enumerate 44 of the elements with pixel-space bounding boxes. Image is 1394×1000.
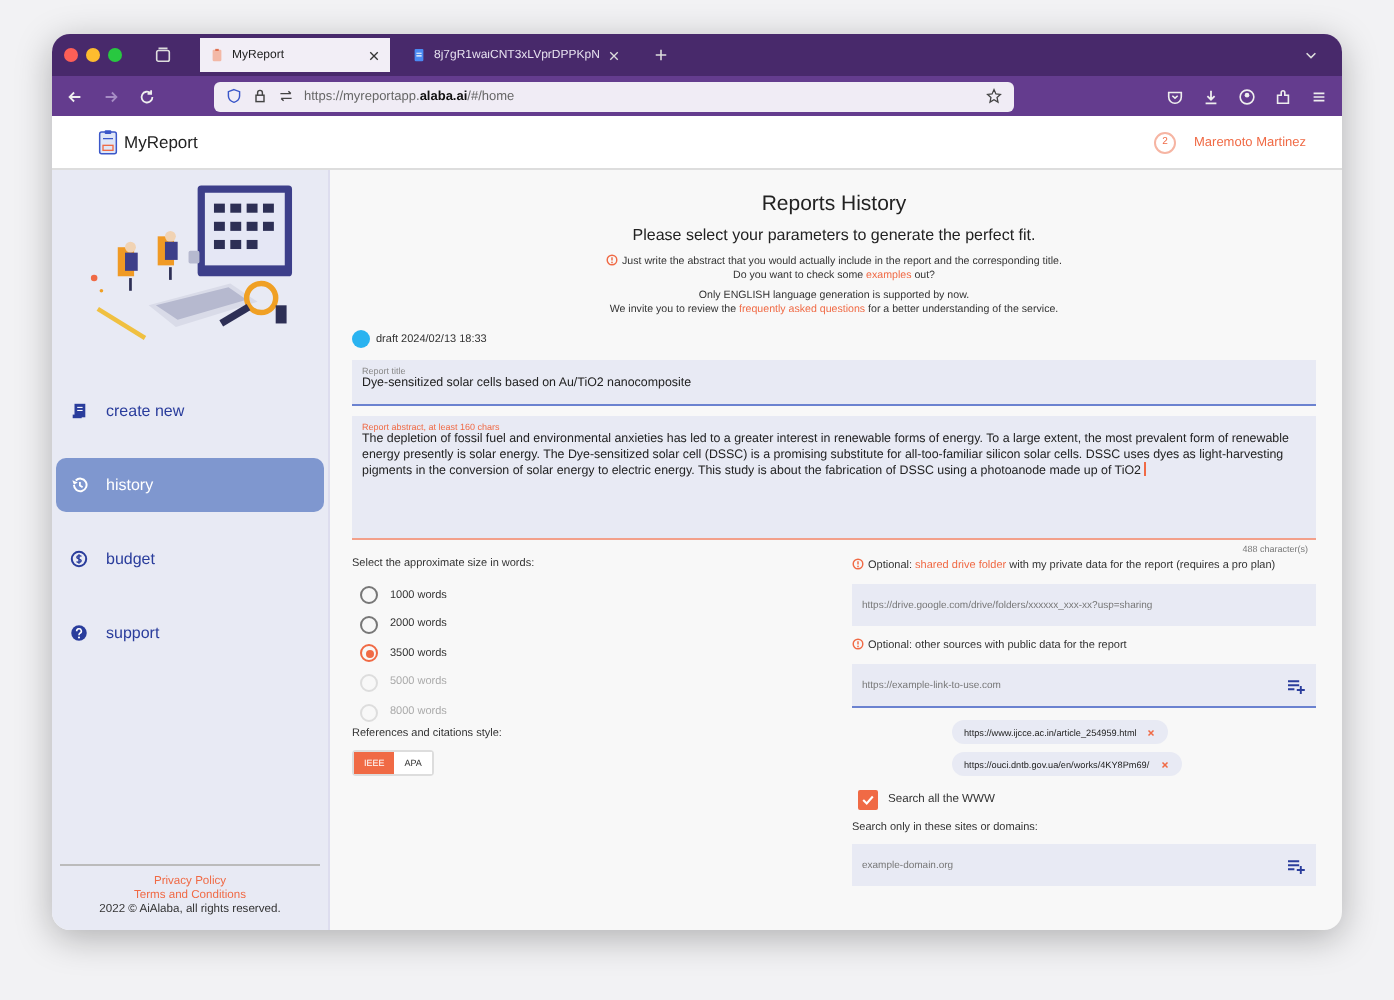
sidebar-item[interactable]: create new xyxy=(56,384,324,438)
account-icon[interactable] xyxy=(1238,87,1256,105)
maximize-window-icon[interactable] xyxy=(108,48,122,62)
extensions-icon[interactable] xyxy=(1274,87,1292,105)
lock-icon xyxy=(252,88,268,104)
radio-button[interactable] xyxy=(360,586,378,605)
page-subtitle: Please select your parameters to generate the perfect fit. xyxy=(630,226,1038,244)
remove-icon[interactable] xyxy=(1159,759,1170,770)
add-to-list-icon[interactable] xyxy=(1286,857,1306,874)
history-icon xyxy=(70,476,88,494)
document-icon xyxy=(70,402,88,420)
sidebar-item[interactable]: support xyxy=(56,606,324,660)
draft-status-icon xyxy=(352,330,370,349)
bookmark-star-icon[interactable] xyxy=(986,88,1002,104)
document-favicon-icon xyxy=(412,48,426,62)
page-title: Reports History xyxy=(759,192,909,216)
close-tab-icon[interactable] xyxy=(368,49,380,61)
warning-icon xyxy=(852,638,864,651)
reload-icon[interactable] xyxy=(138,87,156,105)
add-to-list-icon[interactable] xyxy=(1286,677,1306,694)
minimize-window-icon[interactable] xyxy=(86,48,100,62)
menu-icon[interactable] xyxy=(1310,87,1328,105)
shield-icon xyxy=(226,88,242,104)
warning-icon xyxy=(606,254,619,266)
swap-icon xyxy=(278,88,294,104)
new-tab-icon[interactable] xyxy=(653,48,668,62)
back-icon[interactable] xyxy=(66,87,84,105)
chevron-down-icon[interactable] xyxy=(1304,48,1318,62)
download-icon[interactable] xyxy=(1202,87,1220,105)
warning-icon xyxy=(852,558,864,571)
radio-button[interactable] xyxy=(360,615,378,634)
report-favicon-icon xyxy=(210,48,224,62)
close-window-icon[interactable] xyxy=(64,48,78,62)
help-icon xyxy=(70,624,88,642)
radio-button[interactable] xyxy=(360,644,378,663)
sidebar-item[interactable]: budget xyxy=(56,532,324,586)
app-logo-text: MyReport xyxy=(124,132,198,152)
pocket-icon[interactable] xyxy=(1166,87,1184,105)
forward-icon[interactable] xyxy=(102,87,120,105)
tab-list-icon[interactable] xyxy=(154,46,172,64)
dollar-coin-icon xyxy=(70,550,88,568)
checkbox[interactable] xyxy=(858,790,878,811)
report-logo-icon xyxy=(98,128,118,156)
remove-icon[interactable] xyxy=(1146,727,1157,738)
